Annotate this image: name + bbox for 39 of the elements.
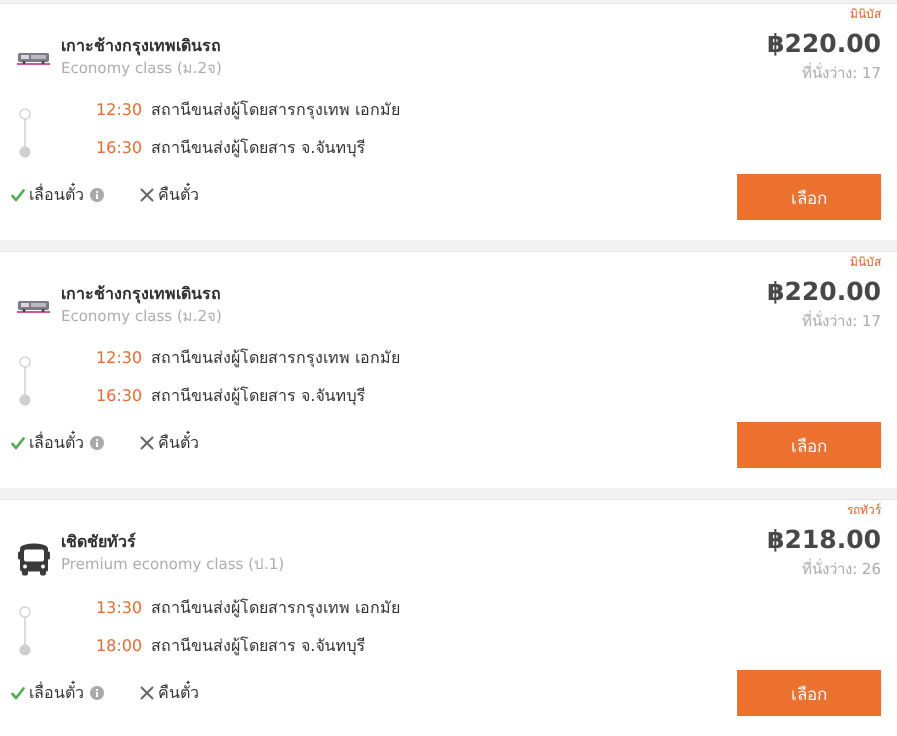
vehicle-type: รถทัวร์ (847, 502, 881, 518)
seat-class: Premium economy class (ป.1) (61, 554, 284, 575)
seats-available: ที่นั่งว่าง: 17 (802, 63, 881, 83)
price: ฿218.00 (767, 524, 881, 556)
stop-time: 18:00 (96, 635, 142, 657)
select-button[interactable]: เลือก (737, 174, 881, 220)
policy-label: คืนตั๋ว (158, 432, 199, 454)
station-name: สถานีขนส่งผู้โดยสาร จ.จันทบุรี (151, 635, 366, 657)
policy-label: คืนตั๋ว (158, 682, 199, 704)
policy-label: เลื่อนตั๋ว (29, 432, 84, 454)
station-name: สถานีขนส่งผู้โดยสาร จ.จันทบุรี (151, 137, 366, 159)
seats-available: ที่นั่งว่าง: 17 (802, 311, 881, 331)
vehicle-type: มินิบัส (850, 6, 881, 22)
stop-time: 16:30 (96, 137, 142, 159)
operator-name: เชิดชัยทัวร์ (61, 531, 137, 553)
select-button[interactable]: เลือก (737, 670, 881, 716)
info-icon[interactable] (90, 436, 104, 450)
price: ฿220.00 (767, 276, 881, 308)
select-button[interactable]: เลือก (737, 422, 881, 468)
station-name: สถานีขนส่งผู้โดยสารกรุงเทพ เอกมัย (151, 99, 400, 121)
stop-time: 13:30 (96, 597, 142, 619)
seats-available: ที่นั่งว่าง: 26 (802, 559, 881, 579)
price: ฿220.00 (767, 28, 881, 60)
policy-label: เลื่อนตั๋ว (29, 184, 84, 206)
policy-label: คืนตั๋ว (158, 184, 199, 206)
stop-time: 16:30 (96, 385, 142, 407)
info-icon[interactable] (90, 686, 104, 700)
station-name: สถานีขนส่งผู้โดยสารกรุงเทพ เอกมัย (151, 597, 400, 619)
station-name: สถานีขนส่งผู้โดยสาร จ.จันทบุรี (151, 385, 366, 407)
operator-name: เกาะช้างกรุงเทพเดินรถ (61, 283, 222, 305)
seat-class: Economy class (ม.2จ) (61, 58, 222, 79)
station-name: สถานีขนส่งผู้โดยสารกรุงเทพ เอกมัย (151, 347, 400, 369)
info-icon[interactable] (90, 188, 104, 202)
policy-label: เลื่อนตั๋ว (29, 682, 84, 704)
stop-time: 12:30 (96, 347, 142, 369)
seat-class: Economy class (ม.2จ) (61, 306, 222, 327)
operator-name: เกาะช้างกรุงเทพเดินรถ (61, 35, 222, 57)
vehicle-type: มินิบัส (850, 254, 881, 270)
stop-time: 12:30 (96, 99, 142, 121)
